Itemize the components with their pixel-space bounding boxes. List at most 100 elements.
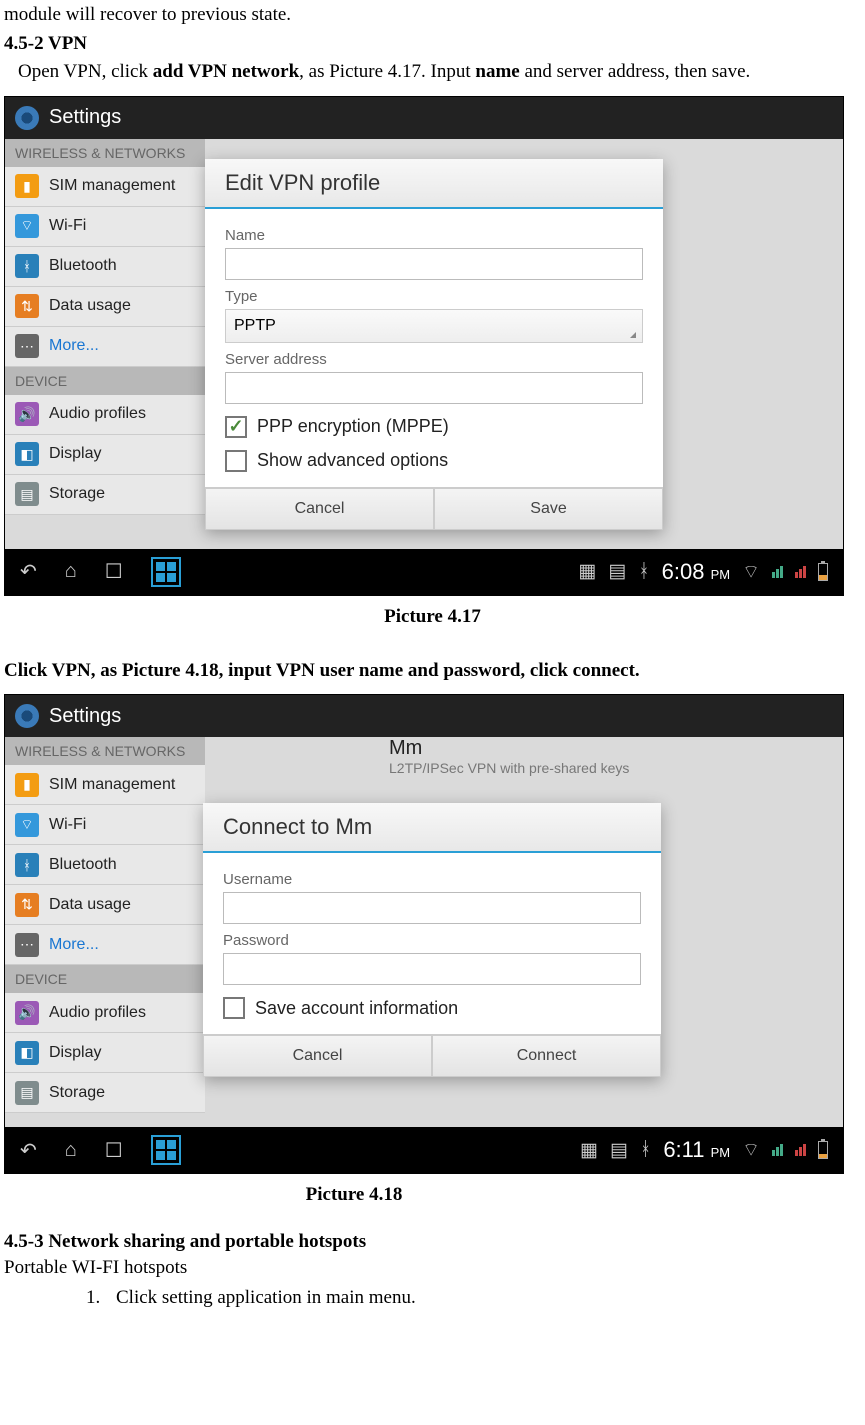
checkbox-icon: [223, 997, 245, 1019]
battery-icon: [818, 1141, 828, 1159]
sidebar-item-display[interactable]: ◧ Display: [5, 1033, 205, 1073]
type-value: PPTP: [234, 317, 276, 335]
t-bold: add VPN network: [153, 61, 299, 82]
username-field[interactable]: [223, 892, 641, 924]
data-icon: ⇅: [15, 294, 39, 318]
sidebar-item-more[interactable]: ⋯More...: [5, 925, 205, 965]
cancel-button[interactable]: Cancel: [205, 488, 434, 530]
connect-button[interactable]: Connect: [432, 1035, 661, 1077]
caption-417: Picture 4.17: [4, 606, 861, 628]
label: SIM management: [49, 177, 175, 195]
sidebar-item-sim[interactable]: ▮ SIM management: [5, 765, 205, 805]
wifi-icon: ⌔: [15, 813, 39, 837]
settings-title: Settings: [49, 106, 121, 129]
username-label: Username: [223, 871, 641, 888]
sidebar-item-audio[interactable]: 🔊 Audio profiles: [5, 395, 205, 435]
label: Display: [49, 1044, 101, 1062]
image-icon: ▦: [580, 1139, 598, 1162]
click-vpn-text: Click VPN, as Picture 4.18, input VPN us…: [4, 658, 861, 685]
type-select[interactable]: PPTP: [225, 309, 643, 343]
label: Data usage: [49, 297, 131, 315]
battery-icon: [818, 563, 828, 581]
sim-icon: ▮: [15, 773, 39, 797]
recent-icon[interactable]: ☐: [105, 1138, 123, 1163]
cancel-button[interactable]: Cancel: [203, 1035, 432, 1077]
wifi-status-icon: ⌔: [742, 1138, 760, 1162]
vpn-list-entry[interactable]: Mm L2TP/IPSec VPN with pre-shared keys: [389, 737, 629, 776]
connect-vpn-dialog: Connect to Mm Username Password Save acc…: [203, 803, 661, 1077]
wifi-status-icon: ⌔: [742, 560, 760, 584]
gear-icon: [15, 106, 39, 130]
text: Open VPN, click add VPN network, as Pict…: [4, 59, 861, 86]
sidebar-item-more[interactable]: ⋯More...: [5, 327, 205, 367]
ppe-checkbox-row[interactable]: PPP encryption (MPPE): [225, 416, 643, 438]
bluetooth-status-icon: ᚼ: [638, 561, 649, 583]
data-icon: ⇅: [15, 893, 39, 917]
label: Storage: [49, 1084, 105, 1102]
back-icon[interactable]: ↶: [20, 559, 37, 584]
password-field[interactable]: [223, 953, 641, 985]
password-label: Password: [223, 932, 641, 949]
label: Wi-Fi: [49, 217, 86, 235]
audio-icon: 🔊: [15, 1001, 39, 1025]
sidebar: WIRELESS & NETWORKS ▮ SIM management ⌔ Wi-…: [5, 139, 205, 515]
sidebar-item-datausage[interactable]: ⇅ Data usage: [5, 287, 205, 327]
portable-hotspots: Portable WI-FI hotspots: [4, 1255, 861, 1282]
label: SIM management: [49, 776, 175, 794]
sidebar-item-storage[interactable]: ▤ Storage: [5, 1073, 205, 1113]
sim-icon: ▮: [15, 174, 39, 198]
sidebar-item-sim[interactable]: ▮ SIM management: [5, 167, 205, 207]
t: and server address, then save.: [520, 61, 751, 82]
sidebar-item-bluetooth[interactable]: ᚼBluetooth: [5, 247, 205, 287]
storage-icon: ▤: [15, 1081, 39, 1105]
sidebar: WIRELESS & NETWORKS ▮SIM management ⌔Wi-…: [5, 737, 205, 1113]
label: Wi-Fi: [49, 816, 86, 834]
label: Display: [49, 445, 101, 463]
screenshot-icon[interactable]: [151, 1135, 181, 1165]
text: module will recover to previous state.: [4, 2, 861, 29]
saveaccount-label: Save account information: [255, 998, 458, 1019]
server-field[interactable]: [225, 372, 643, 404]
sidebar-item-display[interactable]: ◧Display: [5, 435, 205, 475]
saveaccount-checkbox-row[interactable]: Save account information: [223, 997, 641, 1019]
screenshot-417: Settings WIRELESS & NETWORKS ▮ SIM manage…: [4, 96, 844, 596]
wifi-icon: ⌔: [15, 214, 39, 238]
sidebar-item-bluetooth[interactable]: ᚼBluetooth: [5, 845, 205, 885]
signal-icon-2: [795, 1144, 806, 1156]
sidebar-item-datausage[interactable]: ⇅ Data usage: [5, 885, 205, 925]
name-field[interactable]: [225, 248, 643, 280]
bluetooth-icon: ᚼ: [15, 254, 39, 278]
back-icon[interactable]: ↶: [20, 1138, 37, 1163]
sidebar-item-wifi[interactable]: ⌔ Wi-Fi: [5, 207, 205, 247]
advanced-checkbox-row[interactable]: Show advanced options: [225, 450, 643, 472]
label: Data usage: [49, 896, 131, 914]
settings-header: Settings: [5, 97, 843, 139]
label: More...: [49, 936, 99, 954]
dialog-title: Edit VPN profile: [205, 159, 663, 209]
screenshot-icon[interactable]: [151, 557, 181, 587]
vpn-name: Mm: [389, 737, 629, 760]
sidebar-item-wifi[interactable]: ⌔ Wi-Fi: [5, 805, 205, 845]
section-device: DEVICE: [5, 965, 205, 993]
settings-header: Settings: [5, 695, 843, 737]
message-icon: ▤: [610, 1139, 628, 1162]
screenshot-418: Settings WIRELESS & NETWORKS ▮SIM manage…: [4, 694, 844, 1174]
display-icon: ◧: [15, 1041, 39, 1065]
label: Audio profiles: [49, 405, 146, 423]
sidebar-item-storage[interactable]: ▤Storage: [5, 475, 205, 515]
save-button[interactable]: Save: [434, 488, 663, 530]
home-icon[interactable]: ⌂: [65, 1139, 77, 1162]
step-1: 1.Click setting application in main menu…: [86, 1284, 861, 1313]
label: Bluetooth: [49, 856, 117, 874]
sidebar-item-audio[interactable]: 🔊 Audio profiles: [5, 993, 205, 1033]
audio-icon: 🔊: [15, 402, 39, 426]
dialog-title: Connect to Mm: [203, 803, 661, 853]
gear-icon: [15, 704, 39, 728]
home-icon[interactable]: ⌂: [65, 560, 77, 583]
server-label: Server address: [225, 351, 643, 368]
section-wireless: WIRELESS & NETWORKS: [5, 139, 205, 167]
recent-icon[interactable]: ☐: [105, 559, 123, 584]
label: Storage: [49, 485, 105, 503]
signal-icon: [772, 566, 783, 578]
label: Audio profiles: [49, 1004, 146, 1022]
